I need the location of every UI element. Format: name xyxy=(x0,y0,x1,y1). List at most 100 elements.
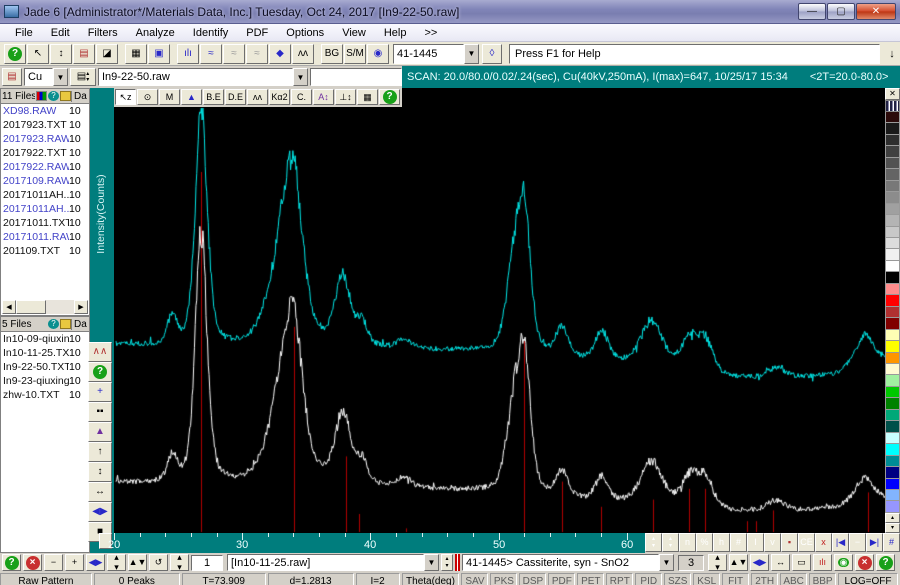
clear-overlay[interactable]: ◪ xyxy=(96,43,118,64)
menu-item-filters[interactable]: Filters xyxy=(79,24,127,41)
hash-frame[interactable]: # xyxy=(883,533,900,552)
palette-color-6[interactable] xyxy=(885,180,900,193)
background-fit[interactable]: BG xyxy=(321,43,343,64)
plot-help[interactable]: ? xyxy=(379,89,400,105)
palette-color-29[interactable] xyxy=(885,444,900,456)
file-row[interactable]: 20171011.RAW 10 xyxy=(1,230,89,244)
overlay-file-combo[interactable]: [In10-11-25.raw] ▼ xyxy=(227,554,439,571)
overlay-spinner[interactable]: ▴ ▾ xyxy=(441,554,453,571)
spin-a[interactable]: ▴ ▾ xyxy=(107,554,126,571)
palette-color-15[interactable] xyxy=(885,283,900,296)
file-row[interactable]: XD98.RAW 10 xyxy=(1,104,89,118)
status-flag-abc[interactable]: ABC xyxy=(780,573,808,585)
status-flag-2th[interactable]: 2TH xyxy=(751,573,779,585)
teardrop-tool[interactable]: ◊ xyxy=(482,43,502,64)
help-icon[interactable]: ? xyxy=(48,319,59,329)
file-row[interactable]: 20171011.TXT 10 xyxy=(1,216,89,230)
palette-color-33[interactable] xyxy=(885,489,900,502)
mountain-view[interactable]: ▲ xyxy=(88,422,112,442)
intensity[interactable]: I xyxy=(747,533,764,552)
scroll-left-icon[interactable]: ◀ xyxy=(2,300,16,314)
clear-ce[interactable]: CE xyxy=(798,533,815,552)
side-help[interactable]: ? xyxy=(88,362,112,382)
date-column-header[interactable]: Da xyxy=(71,318,88,330)
xrd-plot-canvas[interactable] xyxy=(114,88,887,533)
palette-color-8[interactable] xyxy=(885,203,900,216)
horizontal-scrollbar[interactable]: ◀ ▶ xyxy=(2,300,88,314)
grip-icon[interactable] xyxy=(885,100,900,112)
file-row[interactable]: 2017109.RAW 10 xyxy=(1,174,89,188)
minus-frame[interactable]: − xyxy=(849,533,866,552)
peak-id[interactable]: ılı xyxy=(177,43,199,64)
shift-lr[interactable]: ◀▶ xyxy=(86,554,105,571)
expand-horz[interactable]: ↔ xyxy=(88,482,112,502)
palette-scroll-down[interactable]: ▾ xyxy=(885,523,900,533)
palette-color-30[interactable] xyxy=(885,455,900,468)
tile-view[interactable]: ▦ xyxy=(357,89,378,105)
palette-color-21[interactable] xyxy=(885,352,900,364)
folder-icon[interactable]: ▤ xyxy=(2,68,22,86)
spin-left[interactable]: ▴ ▾ xyxy=(645,533,662,552)
ka2-strip[interactable]: Kα2 xyxy=(269,89,290,105)
phase-count-box[interactable]: 3 xyxy=(678,554,704,571)
print[interactable]: ▦ xyxy=(125,43,147,64)
minus[interactable]: − xyxy=(44,554,63,571)
palette-scroll-up[interactable]: ▴ xyxy=(885,513,900,523)
counts[interactable]: # xyxy=(730,533,747,552)
chevron-down-icon[interactable]: ▼ xyxy=(53,68,68,86)
menu-item-[interactable]: >> xyxy=(415,24,446,41)
be-tool[interactable]: B.E xyxy=(203,89,224,105)
dots-tool[interactable]: ▪▪ xyxy=(88,402,112,422)
status-flag-pks[interactable]: PKS xyxy=(490,573,518,585)
chevron-down-icon[interactable]: ▼ xyxy=(464,43,479,64)
palette-color-1[interactable] xyxy=(885,123,900,135)
help-button[interactable]: ? xyxy=(4,43,26,64)
palette-color-5[interactable] xyxy=(885,169,900,181)
menu-item-identify[interactable]: Identify xyxy=(184,24,237,41)
de-tool[interactable]: D.E xyxy=(225,89,246,105)
palette-color-12[interactable] xyxy=(885,249,900,261)
normalize[interactable]: n xyxy=(679,533,696,552)
save[interactable]: ▣ xyxy=(148,43,170,64)
close-button[interactable]: ✕ xyxy=(856,3,896,20)
plus[interactable]: + xyxy=(65,554,84,571)
chevron-down-icon[interactable]: ▼ xyxy=(659,554,674,571)
chart-icon[interactable] xyxy=(36,91,47,101)
file-row[interactable]: 201109.TXT 10 xyxy=(1,244,89,258)
phase-width[interactable]: ↔ xyxy=(771,554,790,571)
file-row[interactable]: 20171011AH... 10 xyxy=(1,202,89,216)
palette-color-32[interactable] xyxy=(885,478,900,490)
y-scale[interactable]: A↕ xyxy=(313,89,334,105)
stick-bars[interactable]: ılı xyxy=(813,554,832,571)
file-row[interactable]: zhw-10.TXT 10 xyxy=(1,388,89,402)
phase-globe[interactable]: ◉ xyxy=(834,554,853,571)
palette-color-25[interactable] xyxy=(885,398,900,410)
status-flag-bbp[interactable]: BBP xyxy=(809,573,837,585)
file-row[interactable]: In10-11-25.TXT 10 xyxy=(1,346,89,360)
plot-area[interactable]: ↖z ⊙ M ▲ B.E D.E ʌʌ Kα2 C. A↕ ⊥↕ ▦? xyxy=(112,88,887,533)
cursor-tool[interactable]: ↖ xyxy=(27,43,49,64)
file-row[interactable]: 20171011AH... 10 xyxy=(1,188,89,202)
palette-color-24[interactable] xyxy=(885,386,900,399)
rotate-stack[interactable]: ↺ xyxy=(149,554,168,571)
scroll-thumb[interactable] xyxy=(16,300,46,314)
menu-item-options[interactable]: Options xyxy=(277,24,333,41)
phase-shift[interactable]: ◀▶ xyxy=(750,554,769,571)
menu-item-view[interactable]: View xyxy=(333,24,375,41)
status-flag-fit[interactable]: FIT xyxy=(722,573,750,585)
remove-overlay[interactable]: × xyxy=(23,554,42,571)
status-flag-ksl[interactable]: KSL xyxy=(693,573,721,585)
list-spinner[interactable]: ▤ ▴ ▾ xyxy=(70,68,96,86)
legend-box[interactable]: ▪ xyxy=(781,533,798,552)
phase-stretch[interactable]: ▲▼ xyxy=(729,554,748,571)
menu-item-pdf[interactable]: PDF xyxy=(237,24,277,41)
menu-item-help[interactable]: Help xyxy=(375,24,416,41)
height[interactable]: h xyxy=(713,533,730,552)
expand-arrows[interactable]: ◆ xyxy=(269,43,291,64)
theta-range-tool[interactable]: M xyxy=(159,89,180,105)
help-icon[interactable]: ? xyxy=(48,91,59,101)
palette-color-27[interactable] xyxy=(885,421,900,433)
scroll-right-icon[interactable]: ▶ xyxy=(74,300,88,314)
status-flag-dsp[interactable]: DSP xyxy=(519,573,547,585)
slider-tool[interactable]: ▭ xyxy=(792,554,811,571)
